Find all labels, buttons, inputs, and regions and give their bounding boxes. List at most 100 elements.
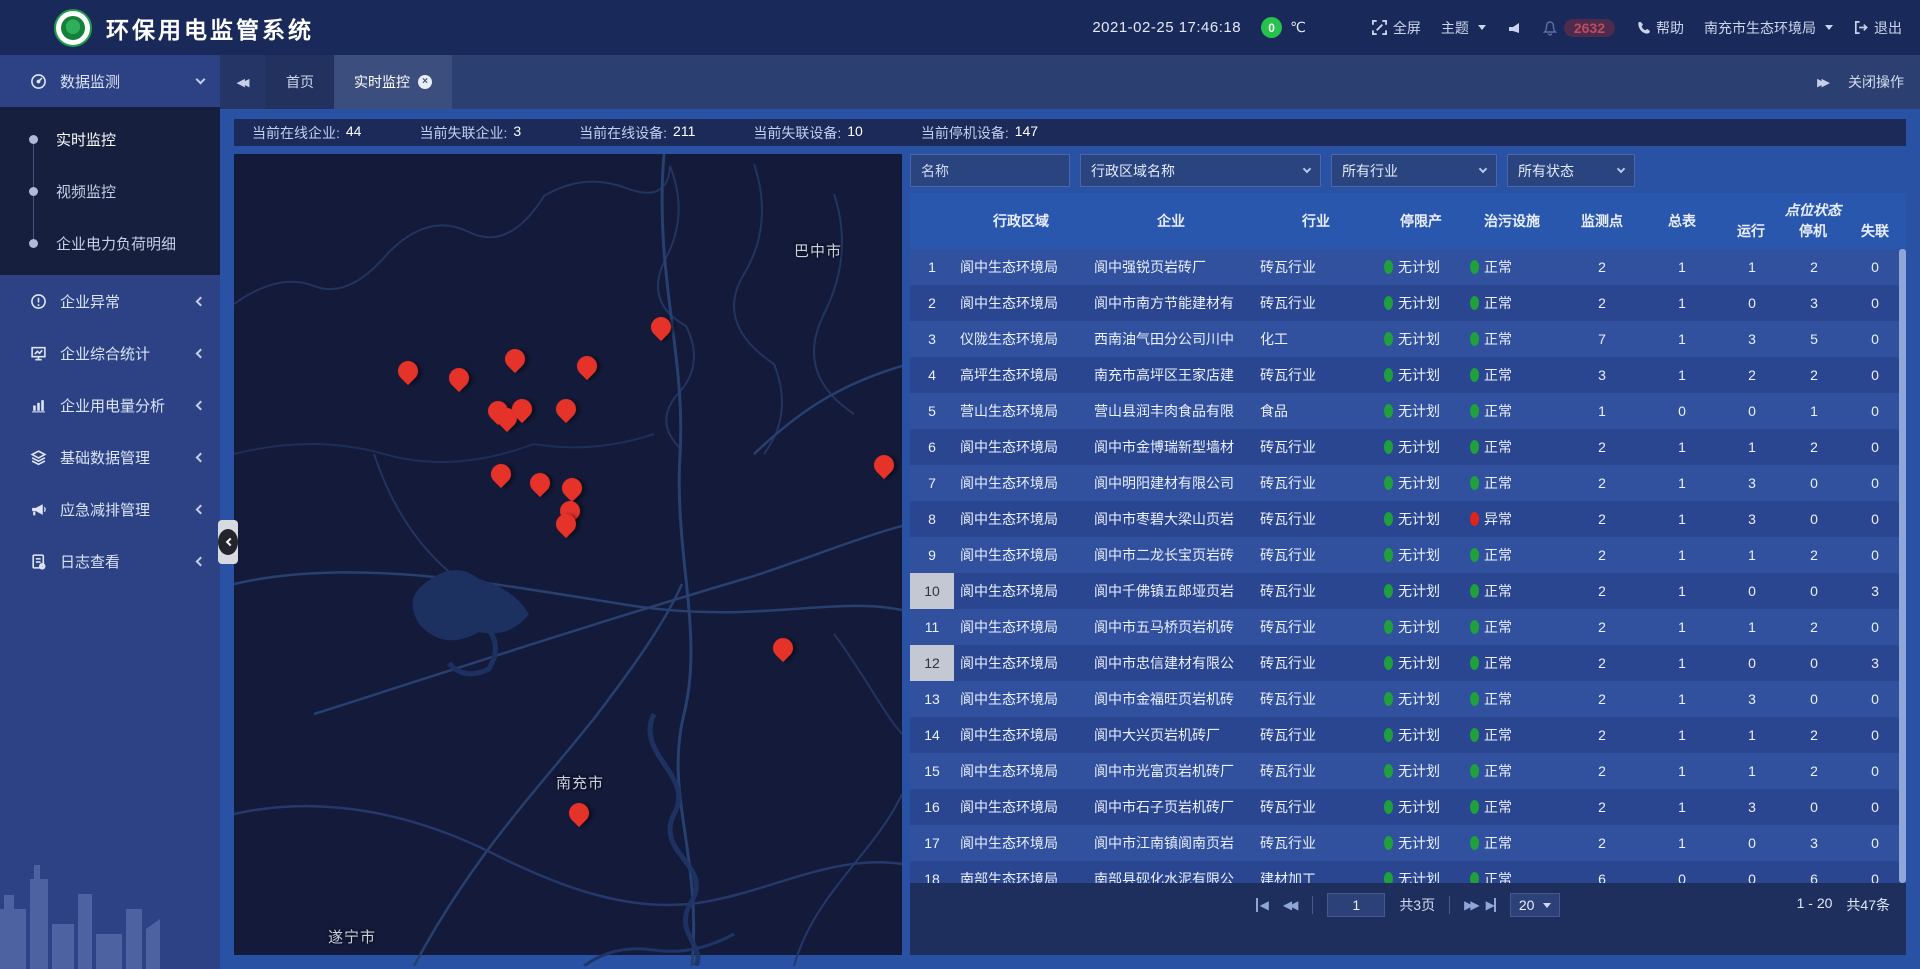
cell-stopped: 0 bbox=[1784, 573, 1844, 609]
name-filter-input[interactable] bbox=[910, 154, 1070, 187]
tabs-scroll-left-button[interactable]: ◀◀ bbox=[220, 55, 266, 109]
status-dot-green bbox=[1384, 548, 1393, 562]
cell-company: 西南油气田分公司川中 bbox=[1088, 321, 1254, 357]
cell-region: 阆中生态环境局 bbox=[954, 537, 1088, 573]
sidebar-group-3[interactable]: 企业用电量分析 bbox=[0, 379, 220, 431]
status-filter-select[interactable]: 所有状态 bbox=[1507, 154, 1635, 187]
cell-main-meter: 1 bbox=[1644, 789, 1720, 825]
cell-index: 16 bbox=[910, 789, 954, 825]
cell-running: 1 bbox=[1720, 249, 1784, 285]
first-page-button[interactable]: ◀ bbox=[1256, 898, 1269, 912]
stat-label: 当前在线设备: bbox=[579, 123, 667, 143]
cell-region: 阆中生态环境局 bbox=[954, 249, 1088, 285]
cell-pollution-facility: 正常 bbox=[1464, 249, 1560, 285]
sidebar-item-label: 企业电力负荷明细 bbox=[56, 233, 176, 254]
table-row[interactable]: 10阆中生态环境局阆中千佛镇五郎垭页岩砖瓦行业无计划正常21003 bbox=[910, 573, 1906, 609]
status-dot-green bbox=[1384, 332, 1393, 346]
tabs-scroll-right-button[interactable]: ▶▶ bbox=[1817, 76, 1830, 89]
sidebar-group-1[interactable]: 企业异常 bbox=[0, 275, 220, 327]
table-row[interactable]: 11阆中生态环境局阆中市五马桥页岩机砖砖瓦行业无计划正常21120 bbox=[910, 609, 1906, 645]
table-scrollbar[interactable] bbox=[1899, 249, 1906, 883]
chevron-left-icon bbox=[196, 400, 206, 410]
cell-company: 阆中市二龙长宝页岩砖 bbox=[1088, 537, 1254, 573]
log-icon bbox=[28, 553, 48, 570]
cell-disconnected: 0 bbox=[1844, 789, 1906, 825]
cell-region: 阆中生态环境局 bbox=[954, 609, 1088, 645]
tab-home[interactable]: 首页 bbox=[266, 55, 334, 109]
next-page-button[interactable]: ▶▶ bbox=[1464, 898, 1479, 912]
map-collapse-button[interactable] bbox=[218, 520, 238, 564]
industry-filter-select[interactable]: 所有行业 bbox=[1331, 154, 1497, 187]
cell-stop-production: 无计划 bbox=[1378, 285, 1464, 321]
table-row[interactable]: 18南部生态环境局南部县砚化水泥有限公建材加工无计划正常60060 bbox=[910, 861, 1906, 883]
cell-industry: 砖瓦行业 bbox=[1254, 753, 1378, 789]
fullscreen-button[interactable]: 全屏 bbox=[1372, 18, 1421, 38]
table-row[interactable]: 13阆中生态环境局阆中市金福旺页岩机砖砖瓦行业无计划正常21300 bbox=[910, 681, 1906, 717]
sidebar-item-实时监控[interactable]: 实时监控 bbox=[0, 113, 220, 165]
table-row[interactable]: 4高坪生态环境局南充市高坪区王家店建砖瓦行业无计划正常31220 bbox=[910, 357, 1906, 393]
close-operations-button[interactable]: 关闭操作 bbox=[1848, 72, 1904, 92]
region-filter-select[interactable]: 行政区域名称 bbox=[1080, 154, 1321, 187]
cell-running: 0 bbox=[1720, 393, 1784, 429]
table-row[interactable]: 2阆中生态环境局阆中市南方节能建材有砖瓦行业无计划正常21030 bbox=[910, 285, 1906, 321]
sidebar-group-5[interactable]: 应急减排管理 bbox=[0, 483, 220, 535]
logout-button[interactable]: 退出 bbox=[1853, 18, 1902, 38]
help-button[interactable]: 帮助 bbox=[1635, 18, 1684, 38]
cell-stopped: 2 bbox=[1784, 753, 1844, 789]
cell-disconnected: 0 bbox=[1844, 357, 1906, 393]
sidebar-group-2[interactable]: 企业综合统计 bbox=[0, 327, 220, 379]
cell-industry: 砖瓦行业 bbox=[1254, 717, 1378, 753]
cell-pollution-facility: 正常 bbox=[1464, 321, 1560, 357]
status-dot-green bbox=[1470, 368, 1479, 382]
cell-disconnected: 0 bbox=[1844, 321, 1906, 357]
page-number-input[interactable] bbox=[1327, 893, 1385, 917]
sidebar-group-6[interactable]: 日志查看 bbox=[0, 535, 220, 587]
cell-pollution-facility: 正常 bbox=[1464, 537, 1560, 573]
sidebar-group-4[interactable]: 基础数据管理 bbox=[0, 431, 220, 483]
tab-close-icon[interactable]: × bbox=[418, 75, 432, 89]
speaker-muted-icon[interactable] bbox=[1506, 20, 1522, 36]
table-row[interactable]: 8阆中生态环境局阆中市枣碧大梁山页岩砖瓦行业无计划异常21300 bbox=[910, 501, 1906, 537]
org-dropdown[interactable]: 南充市生态环境局 bbox=[1704, 18, 1833, 38]
sidebar-item-视频监控[interactable]: 视频监控 bbox=[0, 165, 220, 217]
cell-industry: 砖瓦行业 bbox=[1254, 465, 1378, 501]
cell-stopped: 2 bbox=[1784, 537, 1844, 573]
cell-main-meter: 1 bbox=[1644, 465, 1720, 501]
table-row[interactable]: 3仪陇生态环境局西南油气田分公司川中化工无计划正常71350 bbox=[910, 321, 1906, 357]
cell-pollution-facility: 正常 bbox=[1464, 285, 1560, 321]
cell-main-meter: 1 bbox=[1644, 717, 1720, 753]
cell-stopped: 2 bbox=[1784, 717, 1844, 753]
tab-realtime-monitor[interactable]: 实时监控 × bbox=[334, 55, 452, 109]
stat-value: 10 bbox=[847, 123, 863, 143]
total-pages-label: 共3页 bbox=[1399, 895, 1435, 915]
table-row[interactable]: 6阆中生态环境局阆中市金博瑞新型墙材砖瓦行业无计划正常21120 bbox=[910, 429, 1906, 465]
table-row[interactable]: 5营山生态环境局营山县润丰肉食品有限食品无计划正常10010 bbox=[910, 393, 1906, 429]
table-row[interactable]: 1阆中生态环境局阆中强锐页岩砖厂砖瓦行业无计划正常21120 bbox=[910, 249, 1906, 285]
prev-page-button[interactable]: ◀◀ bbox=[1283, 898, 1298, 912]
table-body: 1阆中生态环境局阆中强锐页岩砖厂砖瓦行业无计划正常211202阆中生态环境局阆中… bbox=[910, 249, 1906, 883]
map-panel[interactable]: 巴中市南充市遂宁市 bbox=[234, 154, 902, 955]
cell-disconnected: 0 bbox=[1844, 393, 1906, 429]
table-row[interactable]: 12阆中生态环境局阆中市忠信建材有限公砖瓦行业无计划正常21003 bbox=[910, 645, 1906, 681]
sidebar-item-企业电力负荷明细[interactable]: 企业电力负荷明细 bbox=[0, 217, 220, 269]
cell-company: 阆中市石子页岩机砖厂 bbox=[1088, 789, 1254, 825]
bell-icon bbox=[1542, 20, 1558, 36]
sidebar-group-label: 应急减排管理 bbox=[60, 499, 197, 520]
theme-dropdown[interactable]: 主题 bbox=[1441, 18, 1486, 38]
cell-running: 3 bbox=[1720, 465, 1784, 501]
status-dot-green bbox=[1384, 296, 1393, 310]
page-size-select[interactable]: 20 bbox=[1510, 893, 1561, 917]
notifications-button[interactable]: 2632 bbox=[1542, 19, 1615, 37]
sidebar-group-label: 基础数据管理 bbox=[60, 447, 197, 468]
table-row[interactable]: 7阆中生态环境局阆中明阳建材有限公司砖瓦行业无计划正常21300 bbox=[910, 465, 1906, 501]
cell-region: 阆中生态环境局 bbox=[954, 717, 1088, 753]
sidebar-group-0[interactable]: 数据监测 bbox=[0, 55, 220, 107]
table-row[interactable]: 14阆中生态环境局阆中大兴页岩机砖厂砖瓦行业无计划正常21120 bbox=[910, 717, 1906, 753]
cell-pollution-facility: 正常 bbox=[1464, 645, 1560, 681]
table-row[interactable]: 15阆中生态环境局阆中市光富页岩机砖厂砖瓦行业无计划正常21120 bbox=[910, 753, 1906, 789]
table-row[interactable]: 16阆中生态环境局阆中市石子页岩机砖厂砖瓦行业无计划正常21300 bbox=[910, 789, 1906, 825]
table-row[interactable]: 9阆中生态环境局阆中市二龙长宝页岩砖砖瓦行业无计划正常21120 bbox=[910, 537, 1906, 573]
cell-stop-production: 无计划 bbox=[1378, 681, 1464, 717]
table-row[interactable]: 17阆中生态环境局阆中市江南镇阆南页岩砖瓦行业无计划正常21030 bbox=[910, 825, 1906, 861]
last-page-button[interactable]: ▶ bbox=[1486, 898, 1496, 912]
